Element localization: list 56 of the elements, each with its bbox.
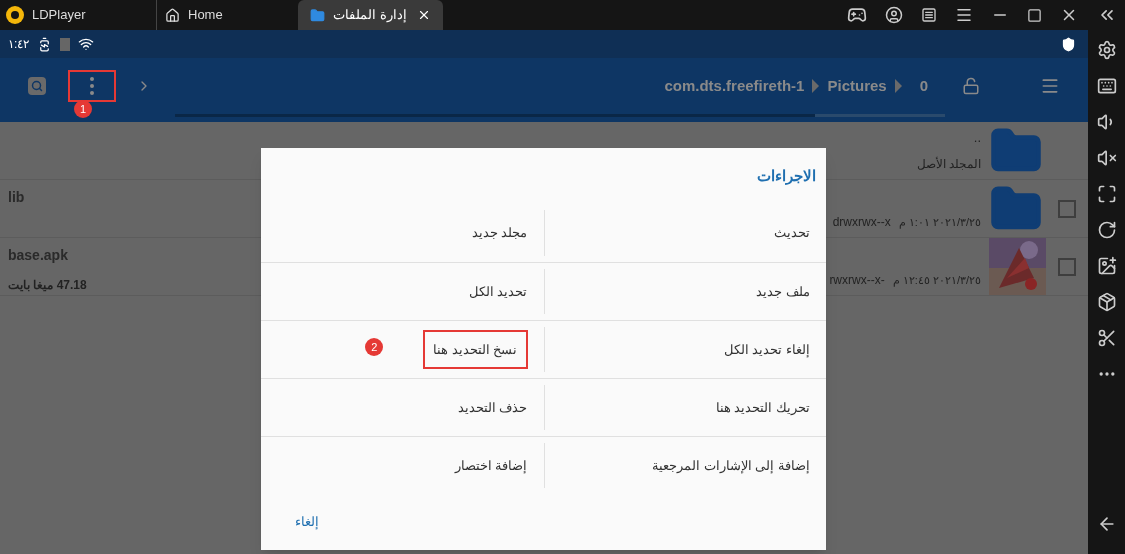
menu-icon[interactable] [955, 6, 973, 24]
add-window-icon[interactable] [1096, 256, 1117, 276]
fullscreen-icon[interactable] [1096, 184, 1117, 204]
file-name: base.apk [8, 246, 69, 265]
parent-subtitle: المجلد الأصل [916, 155, 981, 174]
volume-down-icon[interactable] [1096, 148, 1117, 168]
action-item[interactable]: إضافة اختصار [454, 455, 528, 476]
checkbox[interactable] [1058, 257, 1076, 276]
rotate-icon[interactable] [1096, 220, 1117, 240]
status-time: ١:٤٢ [8, 36, 30, 53]
tab-label: Home [188, 6, 223, 25]
shield-icon [1061, 36, 1076, 52]
step-badge: 1 [74, 100, 92, 118]
action-item[interactable]: ملف جديد [756, 281, 810, 302]
app-name: LDPlayer [32, 6, 86, 25]
breadcrumb-item[interactable]: Pictures [827, 74, 887, 98]
breadcrumb-arrow-icon [894, 79, 902, 93]
action-item[interactable]: إلغاء تحديد الكل [723, 339, 810, 360]
keyboard-icon[interactable] [1096, 76, 1117, 96]
step-badge: 2 [365, 337, 384, 356]
file-date: ٢٠٢١/٣/٢٥ ١٢:٤٥ م [892, 272, 981, 289]
settings-icon[interactable] [1096, 40, 1117, 60]
logo-icon [6, 6, 24, 24]
action-item[interactable]: إضافة إلى الإشارات المرجعية [652, 455, 810, 476]
file-size: 47.18 ميغا بايت [8, 277, 87, 294]
action-item[interactable]: تحديد الكل [468, 281, 528, 302]
tab[interactable]: إدارة الملفات [298, 0, 443, 30]
permissions: rwxrwx--x- [829, 272, 885, 289]
home-icon [165, 7, 180, 23]
cancel-button[interactable]: إلغاء [295, 512, 319, 532]
parent-label: .. [973, 128, 981, 147]
action-item[interactable]: مجلد جديد [471, 223, 528, 243]
dialog-title: الاجراءات [756, 165, 817, 187]
tab-label: إدارة الملفات [333, 6, 407, 25]
close-icon[interactable] [417, 8, 431, 22]
more-button[interactable] [68, 70, 116, 102]
lock-icon[interactable] [962, 77, 980, 95]
folder-icon [310, 7, 325, 23]
action-item[interactable]: تحريك التحديد هنا [715, 397, 810, 418]
permissions: drwxrwx--x [832, 214, 891, 231]
scissors-icon[interactable] [1096, 328, 1117, 348]
checkbox[interactable] [1058, 199, 1076, 218]
more-icon [90, 77, 94, 95]
user-icon[interactable] [885, 6, 903, 24]
breadcrumb-arrow-icon [812, 79, 820, 93]
file-date: ٢٠٢١/٣/٢٥ ١:٠١ م [898, 214, 981, 231]
action-item[interactable]: حذف التحديد [457, 397, 528, 418]
file-name: lib [8, 188, 25, 207]
maximize-icon[interactable] [1027, 7, 1042, 23]
wifi-icon [78, 36, 95, 52]
action-item[interactable]: نسخ التحديد هنا [423, 329, 528, 369]
breadcrumb-item[interactable]: 0 [919, 74, 928, 98]
gamepad-icon[interactable] [847, 5, 867, 25]
action-item[interactable]: تحديث [774, 223, 810, 243]
breadcrumb-item[interactable]: com.dts.freefireth-1 [664, 74, 805, 98]
search-icon [31, 80, 43, 92]
